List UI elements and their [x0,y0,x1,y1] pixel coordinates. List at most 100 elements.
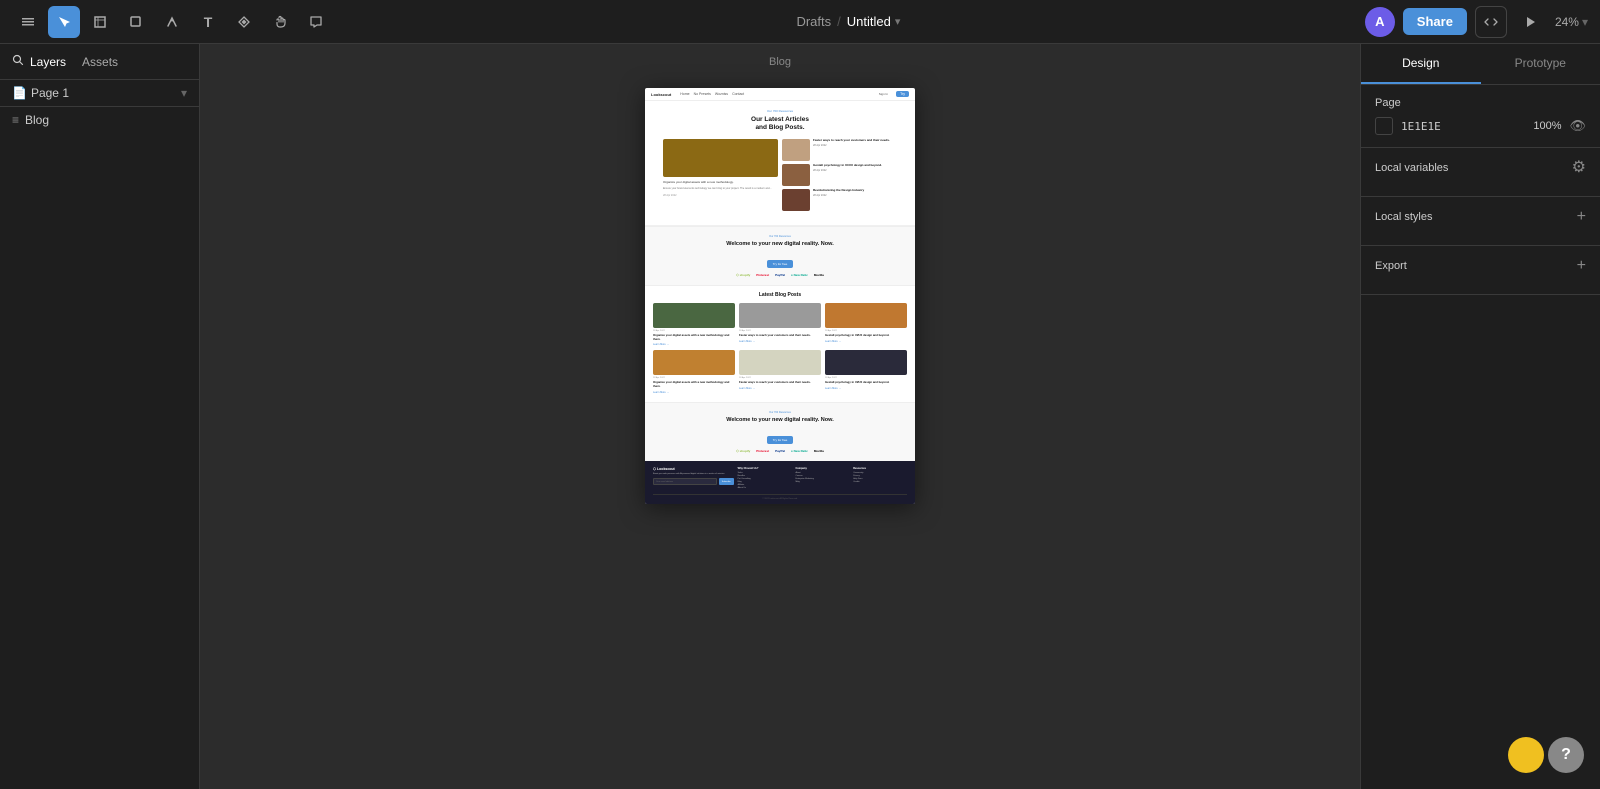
right-panel: Design Prototype Page 1E1E1E 100% 👁 Loca… [1360,44,1600,789]
site-nav: Lookscout HomeNo PresetsWoznissContact S… [645,88,915,101]
blog-link-3: Learn More → [825,340,907,343]
local-styles-section: Local styles + [1361,197,1600,246]
blog-date-4: 28 Apr 2022 [653,377,735,379]
blog-card-3: 28 Apr 2022 Gestalt psychology in UI/UX … [825,303,907,346]
shape-tool-button[interactable] [120,6,152,38]
blog-card-5: 28 Apr 2022 Faster ways to reach your cu… [739,350,821,393]
frame-tool-button[interactable] [84,6,116,38]
article-row-2: Gestalt psychology in UI/UX design and b… [782,164,897,186]
page-opacity-value[interactable]: 100% [1533,120,1561,132]
sidebar-tab-assets[interactable]: Assets [82,53,118,71]
play-button[interactable] [1515,6,1547,38]
page-color-value[interactable]: 1E1E1E [1401,120,1441,133]
tab-design[interactable]: Design [1361,44,1481,84]
code-button[interactable] [1475,6,1507,38]
logo-newrelic: ● New Relic [791,273,808,277]
article-thumb-2 [782,164,810,186]
hand-tool-button[interactable] [264,6,296,38]
canvas-area[interactable]: Blog Lookscout HomeNo PresetsWoznissCont… [200,44,1360,789]
footer-email-input[interactable]: Your email address [653,478,717,485]
logo-mozilla-2: Mozilla [814,449,824,453]
page-color-row: 1E1E1E 100% 👁 [1375,117,1586,135]
logo-pinterest: Pinterest [756,273,769,277]
layer-icon: ≡ [12,113,19,127]
move-tool-button[interactable] [48,6,80,38]
blog-img-1 [653,303,735,328]
page-icon: 📄 [12,86,27,100]
blog-title-2: Faster ways to reach your customers and … [739,334,821,338]
page-color-swatch[interactable] [1375,117,1393,135]
site-hero-tag: Our 700 Resources [655,109,905,113]
article-main-title: Organize your digital assets with a new … [663,180,778,184]
footer-col-brand: ⬡ Lookscout Boost your web presence with… [653,467,734,490]
yellow-dot-indicator[interactable] [1508,737,1544,773]
blog-date-2: 28 Apr 2022 [739,330,821,332]
left-sidebar: Layers Assets 📄 Page 1 ▾ ≡ Blog [0,44,200,789]
site-cta-section-1: Our 700 Resources Welcome to your new di… [645,226,915,286]
component-tool-button[interactable] [228,6,260,38]
cta-button-2: Try for free [767,436,794,444]
site-article-right: Faster ways to reach your customers and … [782,139,897,211]
share-button[interactable]: Share [1403,8,1467,35]
local-variables-action-icon[interactable]: ⚙ [1572,160,1586,176]
blog-img-2 [739,303,821,328]
page-selector[interactable]: 📄 Page 1 ▾ [0,80,199,107]
cta-title-1: Welcome to your new digital reality. Now… [655,241,905,248]
blog-card-2: 28 Apr 2022 Faster ways to reach your cu… [739,303,821,346]
footer-col-2-title: Company [795,467,849,470]
cta-button-1: Try for free [767,260,794,268]
site-nav-links: HomeNo PresetsWoznissContact [680,92,873,96]
local-styles-header[interactable]: Local styles + [1375,209,1586,225]
chevron-icon: ▾ [181,86,187,100]
blog-title-1: Organize your digital assets with a new … [653,334,735,341]
blog-card-6: 28 Apr 2022 Gestalt psychology in UI/UX … [825,350,907,393]
right-toolbar: A Share 24% ▾ [1365,6,1588,38]
article-thumb-1 [782,139,810,161]
footer-email-row: Your email address Subscribe [653,478,734,485]
add-export-icon[interactable]: + [1577,258,1586,274]
comment-tool-button[interactable] [300,6,332,38]
page-section-header: Page [1375,97,1586,109]
eye-icon[interactable]: 👁 [1569,118,1586,134]
text-tool-button[interactable]: T [192,6,224,38]
blog-img-4 [653,350,735,375]
local-variables-header[interactable]: Local variables ⚙ [1375,160,1586,176]
blog-grid-bottom: 28 Apr 2022 Organize your digital assets… [653,350,907,393]
blog-date-3: 28 Apr 2022 [825,330,907,332]
blog-title-5: Faster ways to reach your customers and … [739,381,821,385]
logos-row-2: ⬡ shopify Pinterest PayPal ● New Relic M… [655,449,905,453]
design-frame: Lookscout HomeNo PresetsWoznissContact S… [645,88,915,504]
site-cta-section-2: Our 700 Resources Welcome to your new di… [645,402,915,461]
zoom-control[interactable]: 24% ▾ [1555,15,1588,29]
breadcrumb-file[interactable]: Untitled ▾ [847,14,901,29]
blog-link-2: Learn More → [739,340,821,343]
page-section: Page 1E1E1E 100% 👁 [1361,85,1600,148]
site-article-left: Organize your digital assets with a new … [663,139,778,211]
page-section-title: Page [1375,97,1401,109]
tool-group-left: T [12,6,332,38]
tab-prototype[interactable]: Prototype [1481,44,1600,84]
logo-paypal: PayPal [775,273,785,277]
search-icon [12,54,24,69]
chevron-down-icon: ▾ [1582,15,1588,29]
breadcrumb-drafts[interactable]: Drafts [796,14,831,29]
blog-img-3 [825,303,907,328]
avatar[interactable]: A [1365,7,1395,37]
footer-subscribe-button[interactable]: Subscribe [719,478,734,485]
layer-item-blog[interactable]: ≡ Blog [0,107,199,133]
add-style-icon[interactable]: + [1577,209,1586,225]
article-thumb-3 [782,189,810,211]
menu-button[interactable] [12,6,44,38]
pen-tool-button[interactable] [156,6,188,38]
export-header[interactable]: Export + [1375,258,1586,274]
blog-card-1: 28 Apr 2022 Organize your digital assets… [653,303,735,346]
local-variables-title: Local variables [1375,162,1448,174]
help-button[interactable]: ? [1548,737,1584,773]
article-main-date: 28 Apr 2022 [663,194,778,197]
logos-row-1: ⬡ shopify Pinterest PayPal ● New Relic M… [655,273,905,277]
article-text-2: Gestalt psychology in UI/UX design and b… [813,164,897,172]
article-row-3: Revolutionizing the Design Industry 28 A… [782,189,897,211]
footer-col-3-title: Resources [853,467,907,470]
sidebar-tab-layers[interactable]: Layers [12,52,66,71]
blog-link-6: Learn More → [825,387,907,390]
